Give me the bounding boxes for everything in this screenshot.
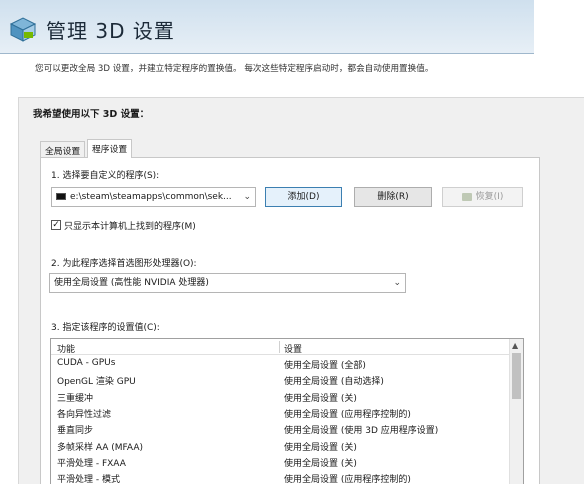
feature-setting: 使用全局设置 (关) (284, 458, 357, 469)
panel-title: 我希望使用以下 3D 设置： (33, 109, 150, 120)
feature-name: 平滑处理 - 模式 (57, 475, 120, 484)
list-scrollbar[interactable]: ▲ (509, 339, 523, 484)
scrollbar-thumb[interactable] (512, 353, 521, 399)
add-button[interactable]: 添加(D) (265, 187, 342, 207)
nvidia-3d-settings-icon (9, 17, 37, 42)
column-header-setting[interactable]: 设置 (284, 342, 302, 355)
show-only-checkbox[interactable]: ✓ (51, 220, 61, 230)
list-header: 功能 设置 (51, 339, 509, 355)
feature-setting: 使用全局设置 (关) (284, 442, 357, 453)
restore-button-label: 恢复(I) (475, 192, 504, 202)
feature-name: 多帧采样 AA (MFAA) (57, 442, 143, 453)
feature-setting: 使用全局设置 (使用 3D 应用程序设置) (284, 426, 439, 437)
list-item[interactable]: 垂直同步 使用全局设置 (使用 3D 应用程序设置) (51, 421, 509, 437)
list-item[interactable]: CUDA - GPUs 使用全局设置 (全部) (51, 356, 509, 372)
column-header-feature[interactable]: 功能 (57, 342, 75, 355)
list-item[interactable]: 三重缓冲 使用全局设置 (关) (51, 389, 509, 405)
chevron-down-icon: ⌄ (243, 192, 251, 202)
remove-button[interactable]: 删除(R) (354, 187, 432, 207)
feature-name: 平滑处理 - FXAA (57, 458, 126, 469)
program-settings-label: 3. 指定该程序的设置值(C): (51, 323, 160, 333)
page-description: 您可以更改全局 3D 设置，并建立特定程序的置换值。 每次这些特定程序启动时，都… (35, 64, 434, 74)
feature-setting: 使用全局设置 (全部) (284, 361, 366, 371)
feature-name: CUDA - GPUs (57, 358, 116, 368)
program-select[interactable]: e:\steam\steamapps\common\sek... ⌄ (51, 187, 256, 207)
feature-setting: 使用全局设置 (应用程序控制的) (284, 409, 411, 420)
list-item[interactable]: 平滑处理 - 模式 使用全局设置 (应用程序控制的) (51, 470, 509, 484)
page-title: 管理 3D 设置 (46, 19, 175, 43)
scroll-up-icon[interactable]: ▲ (512, 341, 518, 350)
program-icon (56, 193, 66, 200)
preferred-gpu-label: 2. 为此程序选择首选图形处理器(O): (51, 259, 197, 269)
feature-setting: 使用全局设置 (关) (284, 393, 357, 404)
tab-global-settings[interactable]: 全局设置 (40, 141, 86, 158)
feature-name: OpenGL 渲染 GPU (57, 377, 136, 388)
list-item[interactable]: 各向异性过滤 使用全局设置 (应用程序控制的) (51, 405, 509, 421)
list-item[interactable]: 平滑处理 - FXAA 使用全局设置 (关) (51, 454, 509, 470)
select-program-label: 1. 选择要自定义的程序(S): (51, 171, 160, 181)
show-only-label: 只显示本计算机上找到的程序(M) (64, 222, 196, 232)
page-header: 管理 3D 设置 (0, 0, 584, 56)
feature-name: 垂直同步 (57, 426, 94, 437)
feature-name: 三重缓冲 (57, 393, 94, 404)
preferred-gpu-select[interactable]: 使用全局设置 (高性能 NVIDIA 处理器) ⌄ (49, 273, 406, 293)
list-item[interactable]: 多帧采样 AA (MFAA) 使用全局设置 (关) (51, 438, 509, 454)
feature-setting: 使用全局设置 (应用程序控制的) (284, 475, 411, 484)
program-path: e:\steam\steamapps\common\sek... (70, 192, 232, 202)
list-item[interactable]: OpenGL 渲染 GPU 使用全局设置 (自动选择) (51, 372, 509, 388)
feature-name: 各向异性过滤 (57, 409, 112, 420)
tab-program-settings[interactable]: 程序设置 (87, 139, 133, 158)
nvidia-logo-icon (461, 192, 472, 201)
preferred-gpu-value: 使用全局设置 (高性能 NVIDIA 处理器) (54, 278, 209, 288)
feature-setting: 使用全局设置 (自动选择) (284, 377, 384, 388)
checkmark-icon: ✓ (52, 220, 60, 230)
restore-button[interactable]: 恢复(I) (442, 187, 523, 207)
chevron-down-icon: ⌄ (393, 278, 401, 288)
settings-list[interactable]: 功能 设置 CUDA - GPUs 使用全局设置 (全部) OpenGL 渲染 … (50, 338, 524, 484)
